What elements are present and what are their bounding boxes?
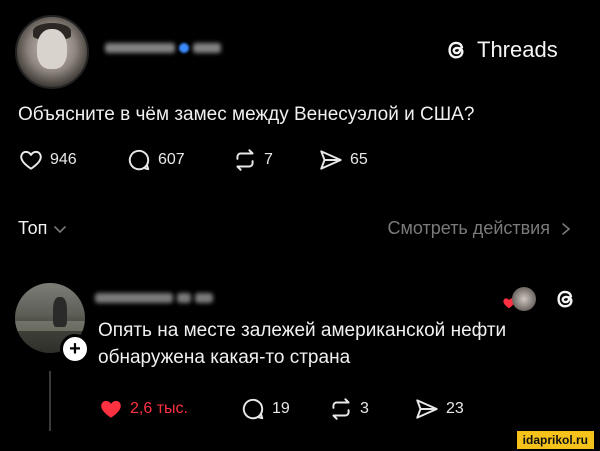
reply-repost-button[interactable]: 3: [328, 396, 369, 422]
reply-repost-count: 3: [360, 400, 369, 417]
watermark: idaprikol.ru: [516, 431, 594, 449]
chevron-right-icon: [562, 222, 571, 235]
repost-button[interactable]: 7: [232, 147, 273, 173]
like-button[interactable]: 946: [18, 147, 77, 173]
view-activity-label: Смотреть действия: [387, 218, 550, 238]
repost-count: 7: [264, 151, 273, 168]
avatar-lake: [15, 321, 85, 331]
sort-label: Топ: [18, 218, 48, 238]
threads-logo-icon[interactable]: [552, 286, 578, 312]
avatar-figure: [53, 297, 67, 327]
thread-line: [49, 371, 51, 431]
comment-count: 607: [158, 151, 185, 168]
comment-icon: [242, 398, 264, 420]
post-text: Объясните в чём замес между Венесуэлой и…: [18, 104, 475, 125]
repost-icon: [332, 398, 350, 420]
threads-logo-icon: [448, 41, 464, 59]
reply-share-button[interactable]: 23: [414, 396, 464, 422]
avatar-face: [37, 29, 67, 69]
reply-like-count: 2,6 тыс.: [130, 400, 188, 417]
reply-comment-count: 19: [272, 400, 290, 417]
author-name-blurred[interactable]: [105, 40, 255, 56]
chevron-down-icon: [54, 225, 67, 233]
reply-comment-button[interactable]: 19: [240, 396, 290, 422]
threads-brand: Threads: [443, 36, 558, 64]
reply-like-button[interactable]: 2,6 тыс.: [98, 396, 188, 422]
view-activity-link[interactable]: Смотреть действия: [388, 218, 572, 239]
heart-icon: [20, 150, 42, 170]
original-author-mini-avatar: [512, 287, 536, 311]
like-count: 946: [50, 151, 77, 168]
sort-dropdown[interactable]: Топ: [18, 218, 67, 239]
send-icon: [320, 150, 342, 170]
author-avatar[interactable]: [15, 15, 89, 89]
heart-filled-icon: [101, 400, 121, 418]
comment-icon: [128, 149, 150, 171]
threads-brand-label: Threads: [477, 37, 558, 62]
reply-text: Опять на месте залежей американской нефт…: [98, 320, 507, 368]
comment-button[interactable]: 607: [126, 147, 185, 173]
share-count: 65: [350, 151, 368, 168]
follow-plus-button[interactable]: +: [60, 334, 90, 364]
repost-icon: [236, 149, 254, 171]
verified-badge-icon: [179, 43, 189, 53]
share-button[interactable]: 65: [318, 147, 368, 173]
reply-author-name-blurred[interactable]: [95, 290, 235, 306]
reply-share-count: 23: [446, 400, 464, 417]
send-icon: [416, 399, 438, 419]
